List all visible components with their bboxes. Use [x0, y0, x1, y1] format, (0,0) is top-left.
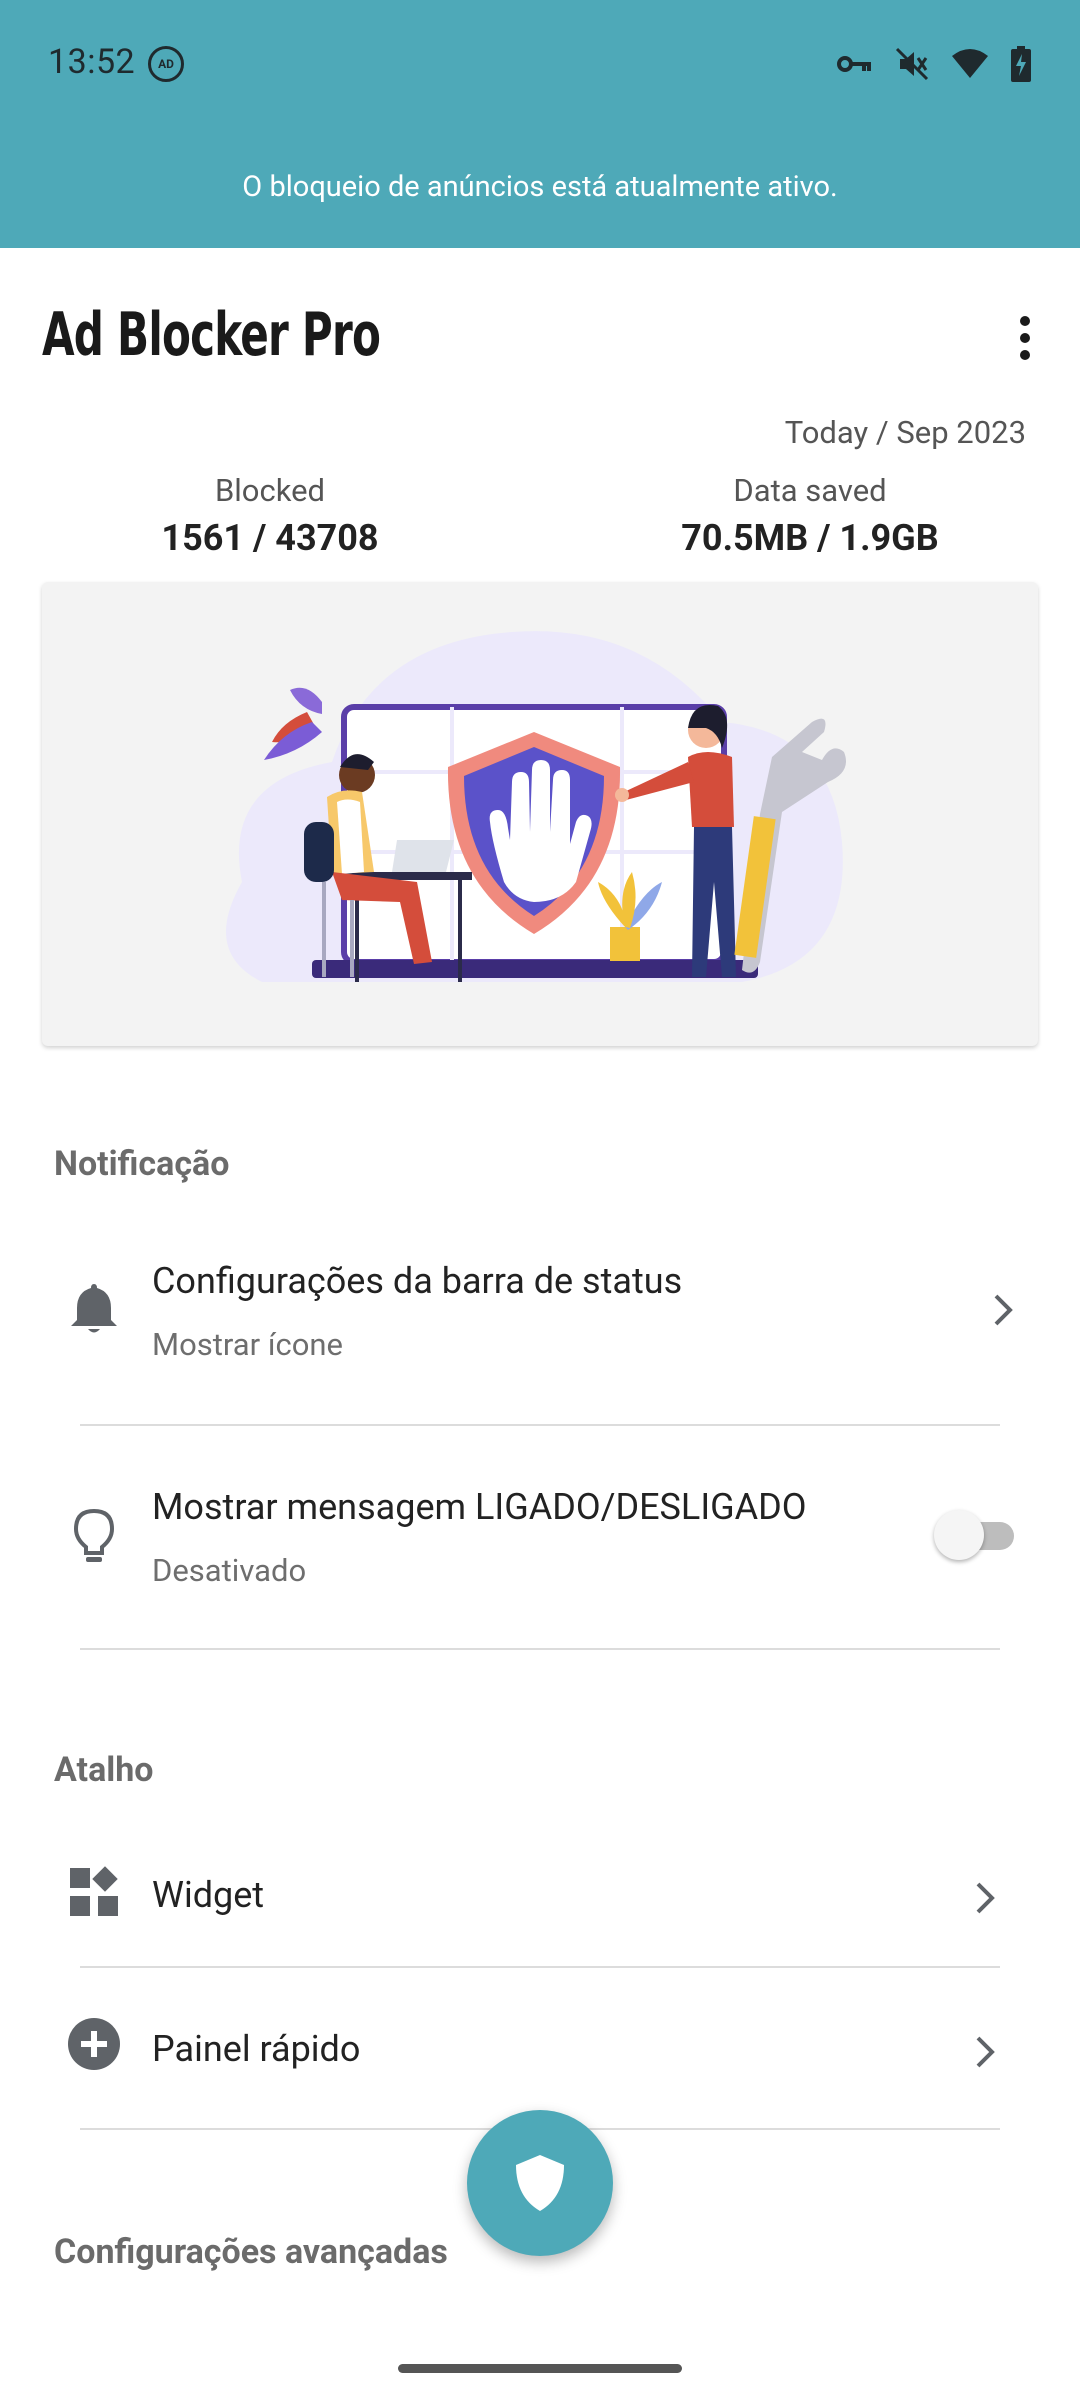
toggle-thumb — [934, 1510, 984, 1560]
blocked-stat: Blocked 1561 / 43708 — [60, 472, 480, 559]
status-bar-settings-row[interactable]: Configurações da barra de status Mostrar… — [0, 1230, 1080, 1426]
data-saved-label: Data saved — [733, 472, 887, 509]
chevron-right-icon — [976, 2036, 995, 2068]
widgets-icon — [66, 1864, 122, 1920]
home-indicator[interactable] — [398, 2364, 682, 2373]
wifi-icon — [952, 49, 988, 78]
shield-icon — [516, 2155, 564, 2211]
status-icons — [836, 46, 1032, 82]
quick-panel-row[interactable]: Painel rápido — [0, 1982, 1080, 2118]
on-off-message-row[interactable]: Mostrar mensagem LIGADO/DESLIGADO Desati… — [0, 1456, 1080, 1652]
status-bar-settings-subtitle: Mostrar ícone — [152, 1326, 343, 1363]
section-header-shortcut: Atalho — [54, 1750, 154, 1790]
divider — [80, 1648, 1000, 1650]
blocked-value: 1561 / 43708 — [161, 517, 379, 559]
chevron-right-icon — [994, 1294, 1013, 1326]
stats-period: Today / Sep 2023 — [784, 414, 1026, 451]
widget-title: Widget — [152, 1874, 265, 1916]
ad-block-status-message: O bloqueio de anúncios está atualmente a… — [242, 170, 838, 204]
vpn-key-icon — [837, 56, 871, 72]
data-saved-stat: Data saved 70.5MB / 1.9GB — [600, 472, 1020, 559]
status-time: 13:52 — [48, 42, 136, 82]
on-off-message-subtitle: Desativado — [152, 1552, 307, 1589]
dot-icon — [1020, 350, 1030, 360]
divider — [80, 1966, 1000, 1968]
dot-icon — [1020, 316, 1030, 326]
lightbulb-icon — [66, 1508, 122, 1564]
on-off-message-toggle[interactable] — [934, 1510, 1014, 1560]
dot-icon — [1020, 333, 1030, 343]
data-saved-value: 70.5MB / 1.9GB — [681, 517, 939, 559]
overflow-menu-button[interactable] — [1010, 312, 1040, 364]
quick-panel-title: Painel rápido — [152, 2028, 361, 2070]
illustration-card — [42, 582, 1038, 1046]
mute-icon — [895, 47, 929, 81]
add-circle-icon — [66, 2016, 122, 2072]
status-bar-settings-title: Configurações da barra de status — [152, 1260, 683, 1302]
protection-toggle-button[interactable] — [467, 2110, 613, 2256]
bell-icon — [66, 1280, 122, 1336]
status-bar: 13:52 AD — [0, 0, 1080, 130]
on-off-message-title: Mostrar mensagem LIGADO/DESLIGADO — [152, 1486, 807, 1528]
battery-charging-icon — [1011, 46, 1031, 82]
blocked-label: Blocked — [214, 472, 326, 509]
chevron-right-icon — [976, 1882, 995, 1914]
widget-row[interactable]: Widget — [0, 1830, 1080, 1966]
section-header-advanced: Configurações avançadas — [54, 2232, 448, 2272]
app-title: Ad Blocker Pro — [42, 300, 381, 370]
divider — [80, 1424, 1000, 1426]
top-banner-area: 13:52 AD O bloqueio de anúncios está atu… — [0, 0, 1080, 248]
ad-block-illustration — [226, 631, 846, 982]
section-header-notification: Notificação — [54, 1144, 230, 1184]
ad-notification-icon: AD — [148, 46, 184, 82]
